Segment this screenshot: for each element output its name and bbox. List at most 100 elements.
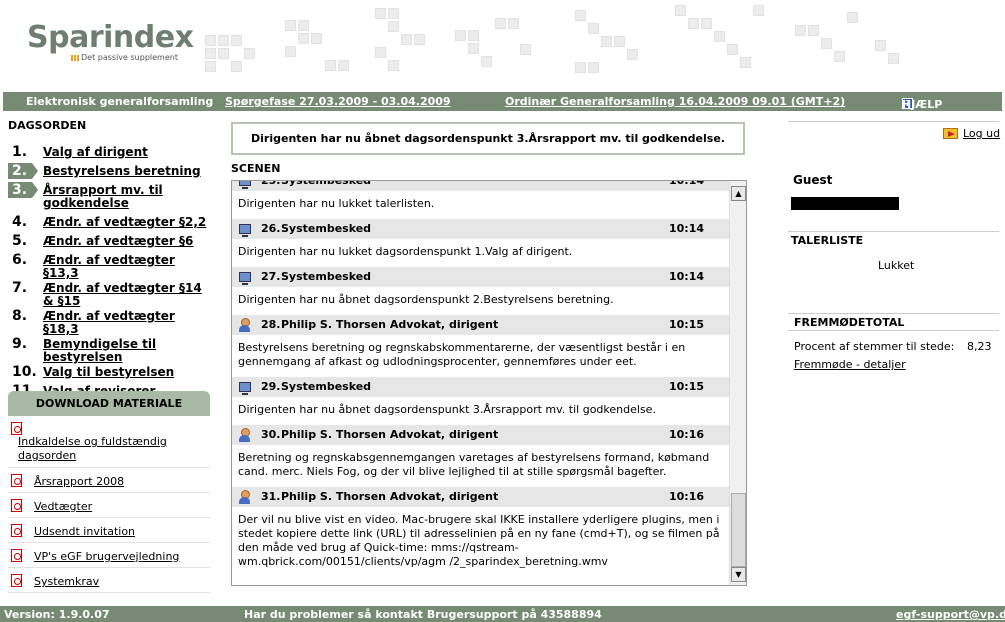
decor-square xyxy=(285,20,296,31)
agenda-item-label[interactable]: Ændr. af vedtægter §18,3 xyxy=(43,308,211,336)
pdf-icon xyxy=(11,549,22,562)
agenda-item[interactable]: 2. Bestyrelsens beretning xyxy=(8,163,211,182)
scroll-down-icon[interactable]: ▼ xyxy=(731,567,746,582)
agenda-item[interactable]: 3. Årsrapport mv. til godkendelse xyxy=(8,182,211,214)
user-name: Guest xyxy=(793,173,833,187)
decor-square xyxy=(808,25,819,36)
pdf-icon xyxy=(11,524,22,537)
download-link[interactable]: VP's eGF brugervejledning xyxy=(18,550,179,563)
monitor-icon xyxy=(239,224,251,237)
decor-square xyxy=(205,35,216,46)
agenda-item-number: 10. xyxy=(12,364,37,380)
message-text: Beretning og regnskabsgennemgangen varet… xyxy=(232,445,730,487)
message-sender: Systembesked xyxy=(281,270,372,283)
download-link[interactable]: Vedtægter xyxy=(18,500,92,513)
message-sender: Systembesked xyxy=(281,380,372,393)
decor-square xyxy=(388,60,399,71)
download-link[interactable]: Systemkrav xyxy=(18,575,99,588)
agenda-item[interactable]: 10. Valg til bestyrelsen xyxy=(8,364,211,383)
message-list: 25.Systembesked 10:14 Dirigenten har nu lu… xyxy=(232,180,730,577)
agenda-item[interactable]: 7. Ændr. af vedtægter §14 & §15 xyxy=(8,280,211,308)
agenda-item-label[interactable]: Valg til bestyrelsen xyxy=(43,364,174,379)
agenda-item-label[interactable]: Årsrapport mv. til godkendelse xyxy=(43,182,211,210)
question-phase-link[interactable]: Spørgefase 27.03.2009 - 03.04.2009 xyxy=(225,95,451,108)
logout-link[interactable]: Log ud xyxy=(943,127,1000,140)
pdf-icon xyxy=(11,422,22,435)
message-header: 31.Philip S. Thorsen Advokat, dirigent 10… xyxy=(232,487,730,507)
download-item[interactable]: Systemkrav xyxy=(8,568,210,593)
download-link[interactable]: Årsrapport 2008 xyxy=(18,475,124,488)
decor-square xyxy=(455,30,466,41)
download-item[interactable]: Årsrapport 2008 xyxy=(8,468,210,493)
message-item: 26.Systembesked 10:14 Dirigenten har nu lu… xyxy=(232,219,730,267)
agenda-item[interactable]: 8. Ændr. af vedtægter §18,3 xyxy=(8,308,211,336)
decor-square xyxy=(688,18,699,29)
download-list: Indkaldelse og fuldstændig dagsorden Årsr… xyxy=(8,416,210,593)
agenda-item-label[interactable]: Ændr. af vedtægter §13,3 xyxy=(43,252,211,280)
decor-square xyxy=(675,5,686,16)
meeting-link[interactable]: Ordinær Generalforsamling 16.04.2009 09.… xyxy=(505,95,845,108)
download-item[interactable]: Indkaldelse og fuldstændig dagsorden xyxy=(8,416,210,468)
message-time: 10:16 xyxy=(668,490,704,503)
decor-square xyxy=(338,60,349,71)
message-time: 10:14 xyxy=(668,222,704,235)
message-text: Bestyrelsens beretning og regnskabskomme… xyxy=(232,335,730,377)
download-item[interactable]: VP's eGF brugervejledning xyxy=(8,543,210,568)
decor-square xyxy=(520,44,531,55)
help-label: HJÆLP xyxy=(902,98,943,111)
message-sender: Philip S. Thorsen Advokat, dirigent xyxy=(281,490,499,503)
message-item: 31.Philip S. Thorsen Advokat, dirigent 10… xyxy=(232,487,730,577)
decor-square xyxy=(401,34,412,45)
agenda-item-number: 5. xyxy=(12,233,28,249)
agenda-item-label[interactable]: Ændr. af vedtægter §6 xyxy=(43,233,193,248)
agenda-item[interactable]: 1. Valg af dirigent xyxy=(8,144,211,163)
decor-square xyxy=(575,62,586,73)
decor-square xyxy=(325,60,336,71)
message-header: 27.Systembesked 10:14 xyxy=(232,267,730,287)
pdf-icon xyxy=(11,474,22,487)
agenda-item-number: 2. xyxy=(8,163,38,179)
agenda-item-label[interactable]: Ændr. af vedtægter §2,2 xyxy=(43,214,206,229)
scene-title: SCENEN xyxy=(231,162,281,175)
agenda-item[interactable]: 6. Ændr. af vedtægter §13,3 xyxy=(8,252,211,280)
decor-square xyxy=(388,8,399,19)
decor-square xyxy=(388,21,399,32)
agenda-item-label[interactable]: Bemyndigelse til bestyrelsen xyxy=(43,336,211,364)
message-sender: Philip S. Thorsen Advokat, dirigent xyxy=(281,428,499,441)
message-header: 25.Systembesked 10:14 xyxy=(232,180,730,191)
download-item[interactable]: Udsendt invitation xyxy=(8,518,210,543)
message-header: 30.Philip S. Thorsen Advokat, dirigent 10… xyxy=(232,425,730,445)
decor-square xyxy=(205,48,216,59)
message-item: 29.Systembesked 10:15 Dirigenten har nu åb… xyxy=(232,377,730,425)
decor-square xyxy=(508,18,519,29)
agenda-item[interactable]: 4. Ændr. af vedtægter §2,2 xyxy=(8,214,211,233)
decor-square xyxy=(298,33,309,44)
message-sender: Systembesked xyxy=(281,180,372,187)
download-link[interactable]: Indkaldelse og fuldstændig dagsorden xyxy=(18,423,168,463)
agenda-item[interactable]: 5. Ændr. af vedtægter §6 xyxy=(8,233,211,252)
message-number: 27. xyxy=(261,270,281,283)
version-text: Version: 1.9.0.07 xyxy=(4,608,110,621)
download-link[interactable]: Udsendt invitation xyxy=(18,525,135,538)
agenda-item-number: 8. xyxy=(12,308,28,324)
agenda-item-label[interactable]: Valg af dirigent xyxy=(43,144,148,159)
scene-scrollbar[interactable]: ▲ ▼ xyxy=(729,181,746,585)
attendance-details-link[interactable]: Fremmøde - detaljer xyxy=(794,358,906,371)
message-number: 28. xyxy=(261,318,281,331)
monitor-icon xyxy=(239,382,251,395)
scroll-up-icon[interactable]: ▲ xyxy=(731,186,746,201)
agenda-item-label[interactable]: Ændr. af vedtægter §14 & §15 xyxy=(43,280,211,308)
scroll-thumb[interactable] xyxy=(731,493,746,567)
agenda-title: DAGSORDEN xyxy=(8,119,87,132)
decor-square xyxy=(468,43,479,54)
support-email-link[interactable]: egf-support@vp.dk xyxy=(896,608,1005,621)
download-item[interactable]: Vedtægter xyxy=(8,493,210,518)
agenda-item[interactable]: 9. Bemyndigelse til bestyrelsen xyxy=(8,336,211,364)
monitor-icon xyxy=(239,272,251,285)
top-navbar: Elektronisk generalforsamling Spørgefase… xyxy=(3,92,1002,111)
agenda-item-label[interactable]: Bestyrelsens beretning xyxy=(43,163,201,178)
decor-square xyxy=(375,47,386,58)
message-time: 10:14 xyxy=(668,180,704,187)
download-title: DOWNLOAD MATERIALE xyxy=(8,391,210,416)
divider xyxy=(788,330,999,331)
